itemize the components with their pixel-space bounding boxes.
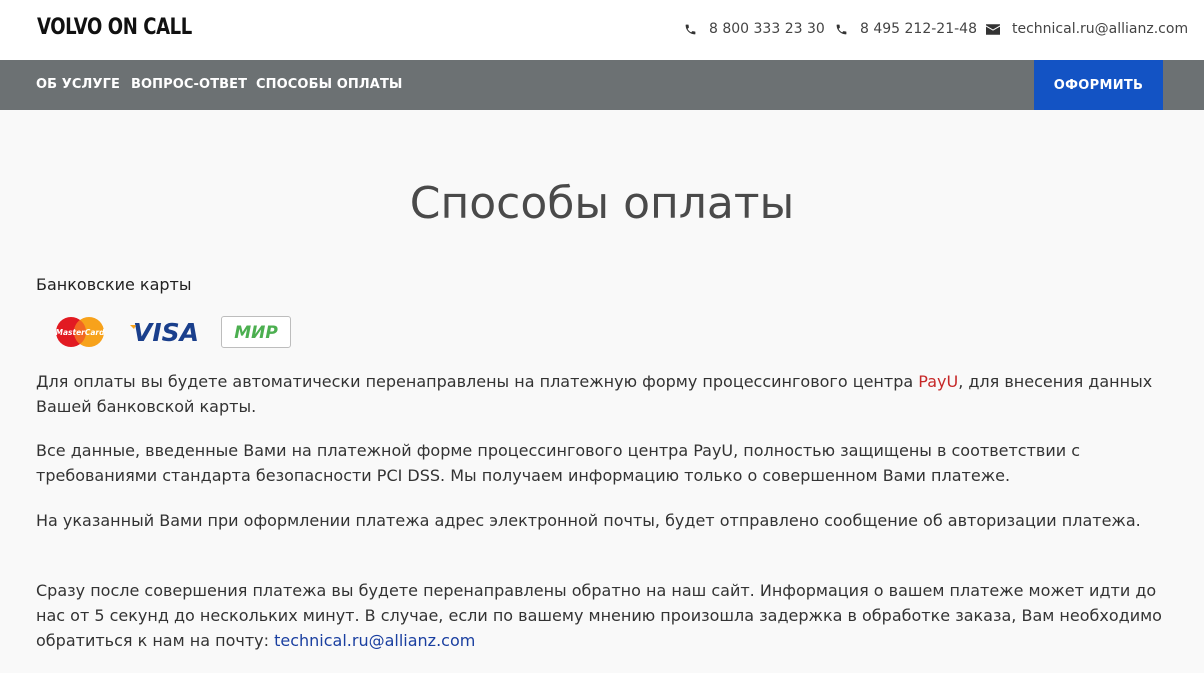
mastercard-logo: MasterCard [55, 316, 105, 348]
phone-icon [683, 22, 697, 36]
page-title: Способы оплаты [409, 178, 795, 229]
svg-text:МИР: МИР [234, 323, 278, 343]
support-email-link[interactable]: technical.ru@allianz.com [274, 631, 475, 650]
phone-contact-1[interactable]: 8 800 333 23 30 [683, 21, 825, 37]
nav-item-about[interactable]: ОБ УСЛУГЕ [36, 77, 120, 92]
payment-redirect-paragraph: Для оплаты вы будете автоматически перен… [36, 369, 1176, 419]
nav-item-faq[interactable]: ВОПРОС-ОТВЕТ [131, 77, 247, 92]
payu-link[interactable]: PayU [918, 372, 958, 391]
email-address: technical.ru@allianz.com [1012, 21, 1189, 37]
section-label: Банковские карты [36, 275, 192, 294]
paragraph-text: Сразу после совершения платежа вы будете… [36, 581, 1162, 650]
visa-logo: VISA [128, 316, 204, 348]
email-contact[interactable]: technical.ru@allianz.com [986, 21, 1188, 37]
return-info-paragraph: Сразу после совершения платежа вы будете… [36, 578, 1176, 653]
security-paragraph: Все данные, введенные Вами на платежной … [36, 441, 1081, 485]
nav-item-payment[interactable]: СПОСОБЫ ОПЛАТЫ [256, 77, 403, 92]
order-button[interactable]: ОФОРМИТЬ [1034, 60, 1163, 110]
svg-text:VISA: VISA [133, 318, 199, 347]
mir-logo: МИР [221, 316, 291, 348]
paragraph-text: Для оплаты вы будете автоматически перен… [36, 372, 919, 391]
mail-icon [986, 22, 1000, 36]
phone-number-2: 8 495 212-21-48 [860, 21, 977, 37]
svg-text:MasterCard: MasterCard [56, 328, 106, 337]
phone-icon [834, 22, 848, 36]
phone-contact-2[interactable]: 8 495 212-21-48 [834, 21, 977, 37]
main-nav: ОБ УСЛУГЕ ВОПРОС-ОТВЕТ СПОСОБЫ ОПЛАТЫ [0, 60, 1204, 110]
top-bar: VOLVO ON CALL 8 800 333 23 30 8 495 212-… [0, 0, 1204, 60]
logo[interactable]: VOLVO ON CALL [37, 15, 192, 40]
phone-number-1: 8 800 333 23 30 [709, 21, 825, 37]
email-notice-paragraph: На указанный Вами при оформлении платежа… [36, 511, 1141, 530]
